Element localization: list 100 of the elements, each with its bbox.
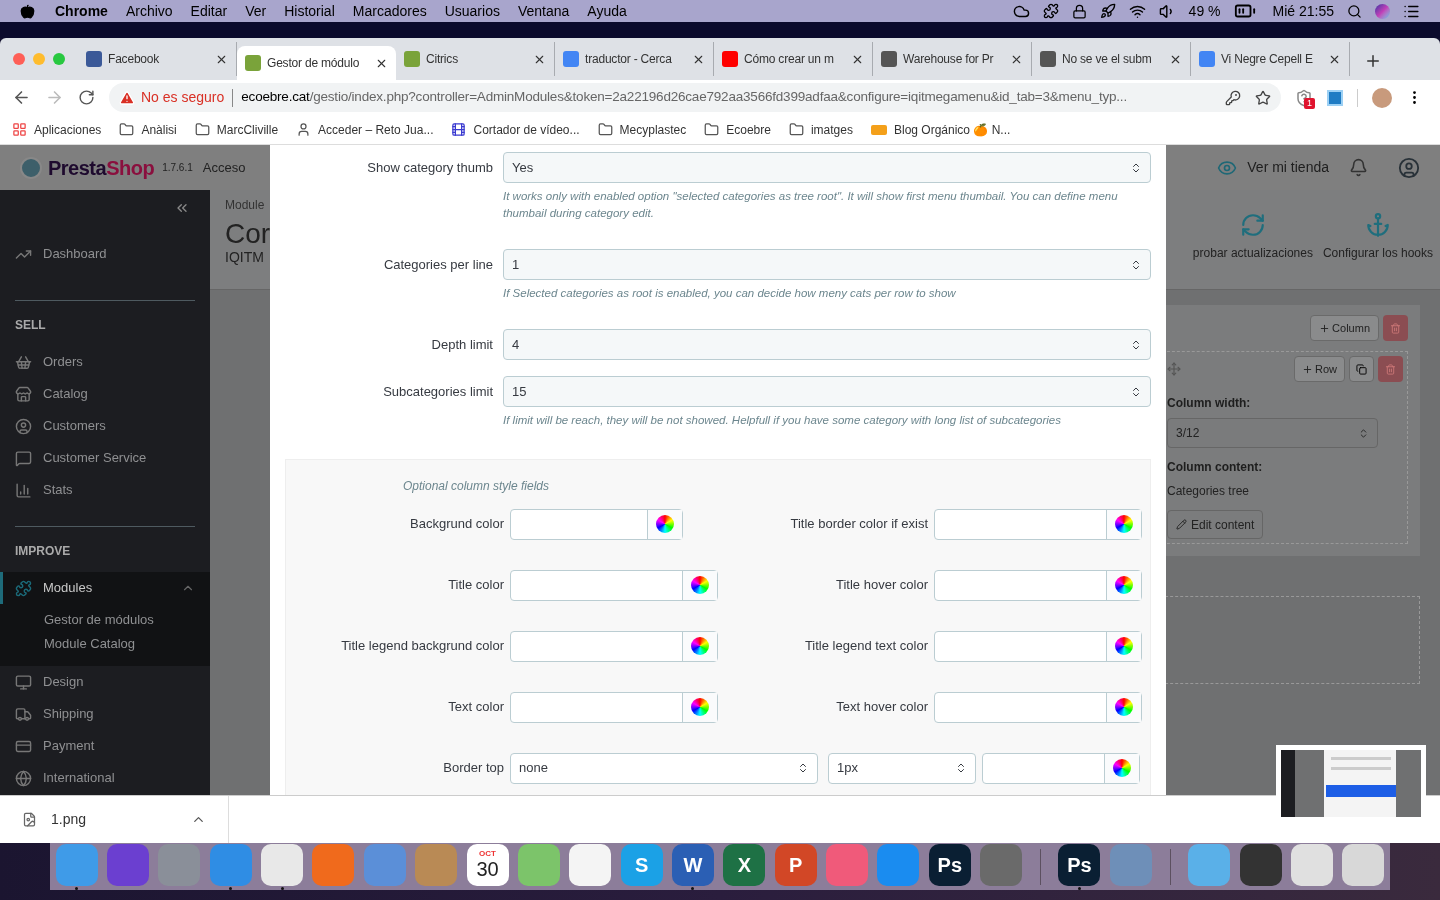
menu-item[interactable]: Archivo xyxy=(125,0,173,22)
menu-item[interactable]: Ayuda xyxy=(587,0,627,22)
sidebar-item[interactable]: Dashboard xyxy=(0,238,210,270)
app-icon[interactable] xyxy=(1239,843,1282,886)
submenu-item[interactable]: Gestor de módulos xyxy=(0,608,210,632)
menu-item[interactable]: Historial xyxy=(284,0,335,22)
puzzle-icon[interactable] xyxy=(1042,3,1059,19)
browser-tab[interactable]: Vi Negre Cepell E xyxy=(1191,42,1350,76)
select-field[interactable]: Yes xyxy=(503,152,1151,183)
menu-item[interactable]: Chrome xyxy=(55,0,108,22)
shield-icon[interactable] xyxy=(1295,88,1313,107)
app-icon[interactable] xyxy=(261,843,304,886)
extension-icon[interactable] xyxy=(1327,89,1343,106)
select-field[interactable]: 4 xyxy=(503,329,1151,360)
color-input-field[interactable] xyxy=(934,630,1142,662)
bookmark[interactable]: Cortador de vídeo... xyxy=(451,120,580,139)
sidebar-item[interactable]: Stats xyxy=(0,474,210,506)
sidebar-item[interactable]: Customer Service xyxy=(0,442,210,474)
sidebar-item[interactable]: Design xyxy=(0,666,210,698)
select-field[interactable]: 3/12 xyxy=(1167,418,1378,448)
toolbar-button[interactable]: probar actualizaciones xyxy=(1192,212,1313,289)
apple-icon[interactable] xyxy=(20,3,35,19)
close-window-button[interactable] xyxy=(13,53,25,65)
color-input-field[interactable] xyxy=(510,691,718,723)
view-shop-link[interactable]: Ver mi tienda xyxy=(1247,157,1329,178)
app-icon[interactable]: W xyxy=(672,843,714,886)
sidebar-item[interactable]: Orders xyxy=(0,346,210,378)
select-field[interactable]: none xyxy=(510,752,818,784)
app-icon[interactable] xyxy=(1342,843,1385,886)
new-tab-icon[interactable] xyxy=(1364,52,1382,70)
toolbar-button[interactable]: Configurar los hooks xyxy=(1322,212,1433,289)
bookmark[interactable]: Mecyplastec xyxy=(597,120,687,139)
bookmark[interactable]: Ecoebre xyxy=(704,120,771,139)
address-bar[interactable]: No es seguro ecoebre.cat/gestio/index.php?controller=AdminModules&token=2a22196d26cae792aa3566fd399adfaa&configure=iqitmegamenu&id_tab=3&menu_typ... xyxy=(109,83,1281,112)
key-icon[interactable] xyxy=(1225,89,1241,106)
app-icon[interactable]: Ps xyxy=(928,843,971,886)
submenu-item[interactable]: Module Catalog xyxy=(0,632,210,656)
bell-icon[interactable] xyxy=(1349,158,1368,177)
app-icon[interactable] xyxy=(1290,843,1333,886)
menu-item[interactable]: Marcadores xyxy=(352,0,427,22)
bookmark[interactable]: Anàlisi xyxy=(119,120,177,139)
browser-tab[interactable]: traductor - Cerca xyxy=(555,42,714,76)
header-link[interactable]: Acceso xyxy=(202,157,246,178)
add-column-button[interactable]: Column xyxy=(1310,315,1379,341)
bookmark[interactable]: Aplicaciones xyxy=(12,120,102,139)
select-field[interactable]: 1px xyxy=(828,752,976,784)
app-icon[interactable] xyxy=(107,843,150,886)
color-input-field[interactable] xyxy=(934,569,1142,601)
browser-tab[interactable]: Citrics xyxy=(396,42,555,76)
color-input-field[interactable] xyxy=(982,752,1140,784)
forward-icon[interactable] xyxy=(45,88,64,107)
sidebar-item[interactable]: Shipping xyxy=(0,698,210,730)
color-input-field[interactable] xyxy=(510,569,718,601)
rocket-icon[interactable] xyxy=(1099,3,1116,19)
color-input-field[interactable] xyxy=(934,508,1142,540)
back-icon[interactable] xyxy=(12,88,31,107)
clock-text[interactable]: Mié 21:55 xyxy=(1272,0,1334,22)
sidebar-item[interactable]: Catalog xyxy=(0,378,210,410)
avatar[interactable] xyxy=(1372,87,1392,108)
app-icon[interactable] xyxy=(517,843,560,886)
color-input-field[interactable] xyxy=(510,630,718,662)
color-input-field[interactable] xyxy=(934,691,1142,723)
edit-content-button[interactable]: Edit content xyxy=(1167,510,1264,539)
search-icon[interactable] xyxy=(1347,3,1362,19)
color-input-field[interactable] xyxy=(510,508,683,540)
browser-tab[interactable]: Gestor de módulo xyxy=(237,46,396,80)
bookmark[interactable]: imatges xyxy=(788,120,853,139)
zoom-window-button[interactable] xyxy=(53,53,65,65)
bookmark[interactable]: MarcCliville xyxy=(194,120,279,139)
lock-icon[interactable] xyxy=(1071,3,1087,19)
app-icon[interactable]: X xyxy=(723,843,766,886)
app-icon[interactable]: P xyxy=(774,843,817,886)
menu-item[interactable]: Ventana xyxy=(517,0,570,22)
duplicate-button[interactable] xyxy=(1349,356,1374,382)
sidebar-item[interactable]: International xyxy=(0,762,210,794)
browser-tab[interactable]: Warehouse for Pr xyxy=(873,42,1032,76)
app-icon[interactable] xyxy=(569,843,612,886)
add-row-button[interactable]: Row xyxy=(1294,356,1345,382)
move-icon[interactable] xyxy=(1167,362,1181,376)
select-field[interactable]: 1 xyxy=(503,249,1151,280)
menu-item[interactable]: Editar xyxy=(190,0,228,22)
user-icon xyxy=(15,417,32,435)
app-icon[interactable]: Ps xyxy=(1058,843,1101,886)
menu-item[interactable]: Usuarios xyxy=(444,0,500,22)
bookmark-star-icon[interactable] xyxy=(1255,89,1271,106)
browser-tab[interactable]: Cómo crear un m xyxy=(714,42,873,76)
menu-item[interactable]: Ver xyxy=(245,0,267,22)
sidebar-item[interactable]: Payment xyxy=(0,730,210,762)
sidebar-item[interactable]: Modules xyxy=(0,572,210,604)
siri-icon[interactable] xyxy=(1375,3,1390,19)
bookmark[interactable]: Acceder – Reto Jua... xyxy=(296,120,434,139)
user-icon[interactable] xyxy=(1398,156,1420,179)
bookmark[interactable]: Blog Orgánico 🍊 N... xyxy=(871,120,1011,139)
basket-icon xyxy=(15,353,32,371)
sidebar-item[interactable]: Customers xyxy=(0,410,210,442)
browser-tab[interactable]: No se ve el subm xyxy=(1032,42,1191,76)
select-field[interactable]: 15 xyxy=(503,376,1151,407)
calendar-icon[interactable]: OCT 30 xyxy=(466,843,509,886)
browser-tab[interactable]: Facebook xyxy=(78,42,237,76)
reload-icon[interactable] xyxy=(78,89,95,106)
